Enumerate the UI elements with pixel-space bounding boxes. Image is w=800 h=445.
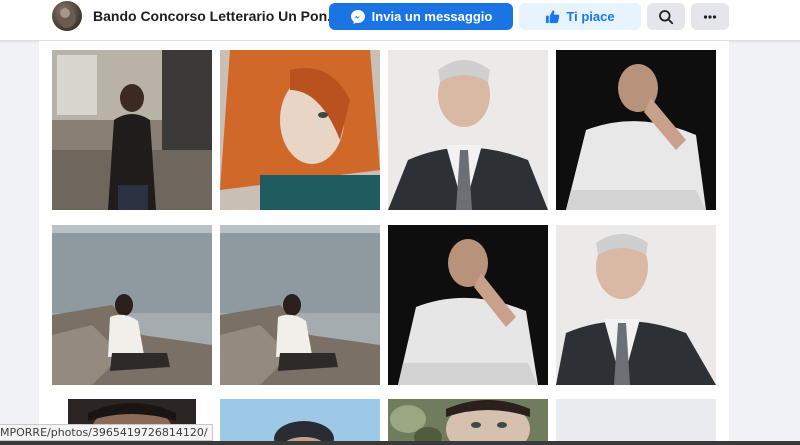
photo-thumbnail[interactable]	[220, 399, 380, 445]
photo-placeholder	[556, 399, 716, 445]
photo-thumbnail[interactable]	[52, 50, 212, 210]
link-preview-status-bar: MPORRE/photos/3965419726814120/	[0, 424, 213, 441]
photo-thumbnail[interactable]	[388, 225, 548, 385]
more-horizontal-icon	[702, 9, 718, 25]
more-options-button[interactable]	[691, 3, 729, 30]
search-icon	[658, 9, 674, 25]
messenger-icon	[350, 9, 366, 25]
photo-thumbnail[interactable]	[388, 50, 548, 210]
like-page-button[interactable]: Ti piace	[519, 3, 641, 30]
page-header: Bando Concorso Letterario Un Pon... Invi…	[0, 0, 800, 41]
photo-grid	[39, 41, 729, 445]
page-avatar[interactable]	[52, 1, 82, 31]
photo-thumbnail[interactable]	[388, 399, 548, 445]
photo-thumbnail[interactable]	[220, 50, 380, 210]
send-message-label: Invia un messaggio	[371, 9, 493, 24]
photo-thumbnail[interactable]	[556, 50, 716, 210]
photo-thumbnail[interactable]	[52, 225, 212, 385]
bottom-strip	[0, 441, 800, 445]
send-message-button[interactable]: Invia un messaggio	[329, 3, 513, 30]
page-title[interactable]: Bando Concorso Letterario Un Pon...	[93, 8, 339, 24]
thumbs-up-icon	[545, 9, 560, 24]
photo-thumbnail[interactable]	[556, 225, 716, 385]
photo-thumbnail[interactable]	[220, 225, 380, 385]
search-button[interactable]	[647, 3, 685, 30]
like-label: Ti piace	[566, 9, 615, 24]
